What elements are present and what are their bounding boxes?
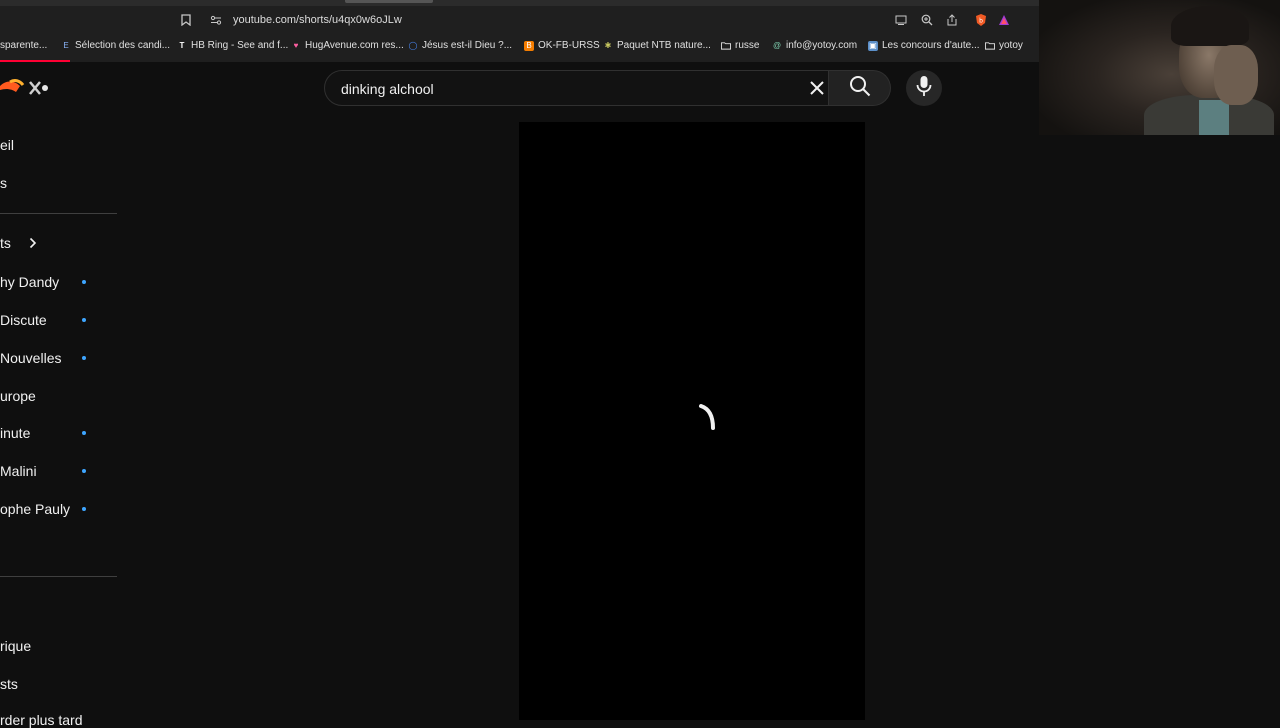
bookmark-item[interactable]: russe <box>721 40 759 51</box>
search-icon <box>849 75 871 102</box>
loading-spinner-icon <box>697 402 727 436</box>
search-button[interactable] <box>829 70 891 106</box>
cast-icon[interactable] <box>893 12 909 28</box>
plant-icon: ✱ <box>604 41 612 50</box>
bookmark-item[interactable]: ♥ HugAvenue.com res... <box>291 40 404 51</box>
t-icon: T <box>179 41 185 50</box>
new-content-dot <box>82 280 86 284</box>
site-settings-icon[interactable] <box>208 12 224 28</box>
bookmarks-bar: sparente... E Sélection des candi... T HB … <box>0 36 1039 58</box>
sidebar-divider <box>0 576 117 577</box>
brave-rewards-icon[interactable] <box>996 12 1012 28</box>
sidebar-item-channel[interactable]: Malini <box>0 463 37 479</box>
bookmark-item[interactable]: ◯ Jésus est-il Dieu ?... <box>408 40 513 51</box>
sidebar-item-channel[interactable]: urope <box>0 388 36 404</box>
microphone-icon <box>916 75 932 102</box>
heart-icon: ♥ <box>293 41 299 50</box>
bookmark-icon[interactable] <box>178 12 194 28</box>
sidebar-divider <box>0 213 117 214</box>
bookmark-item[interactable]: sparente... <box>0 40 47 51</box>
sidebar-item-channel[interactable]: inute <box>0 425 30 441</box>
address-bar: youtube.com/shorts/u4qx0w6oJLw b <box>0 6 1039 34</box>
circle-icon: ◯ <box>408 41 418 50</box>
voice-search-button[interactable] <box>906 70 942 106</box>
sidebar-item-shorts[interactable]: s <box>0 175 7 191</box>
folder-icon <box>721 41 731 51</box>
contact-icon: @ <box>772 41 782 50</box>
bookmark-item[interactable]: B OK-FB-URSS <box>524 40 600 51</box>
sidebar-item-playlists[interactable]: sts <box>0 676 18 692</box>
sidebar-item-history[interactable]: rique <box>0 638 31 654</box>
browser-chrome: youtube.com/shorts/u4qx0w6oJLw b sparent… <box>0 0 1039 62</box>
chevron-right-icon <box>29 236 37 252</box>
new-content-dot <box>82 431 86 435</box>
new-content-dot <box>82 469 86 473</box>
search-box <box>324 70 830 107</box>
webcam-hand <box>1214 45 1258 105</box>
new-content-dot <box>82 507 86 511</box>
brave-shield-icon[interactable]: b <box>973 12 989 28</box>
bookmark-item[interactable]: yotoy <box>985 40 1023 51</box>
share-icon[interactable] <box>944 12 960 28</box>
sidebar-item-channel[interactable]: ophe Pauly <box>0 501 70 517</box>
bookmark-item[interactable]: T HB Ring - See and f... <box>177 40 289 51</box>
webcam-figure-collar <box>1199 100 1229 135</box>
webcam-hair <box>1171 6 1249 46</box>
sidebar-item-channel[interactable]: hy Dandy <box>0 274 59 290</box>
sidebar-subscriptions-header[interactable]: ts <box>0 235 37 252</box>
shorts-video-player[interactable] <box>519 122 865 720</box>
bookmark-item[interactable]: ✱ Paquet NTB nature... <box>603 40 711 51</box>
bookmark-item[interactable]: E Sélection des candi... <box>61 40 170 51</box>
blogger-icon: B <box>524 40 534 51</box>
new-content-dot <box>82 356 86 360</box>
image-icon: ▣ <box>868 40 878 51</box>
sidebar-item-channel[interactable]: Discute <box>0 312 47 328</box>
page-load-progress <box>0 60 70 62</box>
zoom-icon[interactable] <box>919 12 935 28</box>
youtube-logo[interactable] <box>0 76 52 100</box>
webcam-overlay <box>1039 0 1280 135</box>
bookmark-item[interactable]: ▣ Les concours d'aute... <box>868 40 980 51</box>
new-content-dot <box>82 318 86 322</box>
sidebar-item-watch-later[interactable]: rder plus tard <box>0 712 82 728</box>
active-tab-edge[interactable] <box>345 0 433 3</box>
sidebar-item-home[interactable]: eil <box>0 137 14 153</box>
svg-text:b: b <box>979 18 983 25</box>
search-input[interactable] <box>339 71 783 107</box>
page-icon: E <box>63 41 69 50</box>
bookmark-item[interactable]: @ info@yotoy.com <box>772 40 857 51</box>
sidebar-item-channel[interactable]: Nouvelles <box>0 350 61 366</box>
url-field[interactable]: youtube.com/shorts/u4qx0w6oJLw <box>233 14 402 26</box>
clear-search-icon[interactable] <box>804 75 830 101</box>
folder-icon <box>985 41 995 51</box>
